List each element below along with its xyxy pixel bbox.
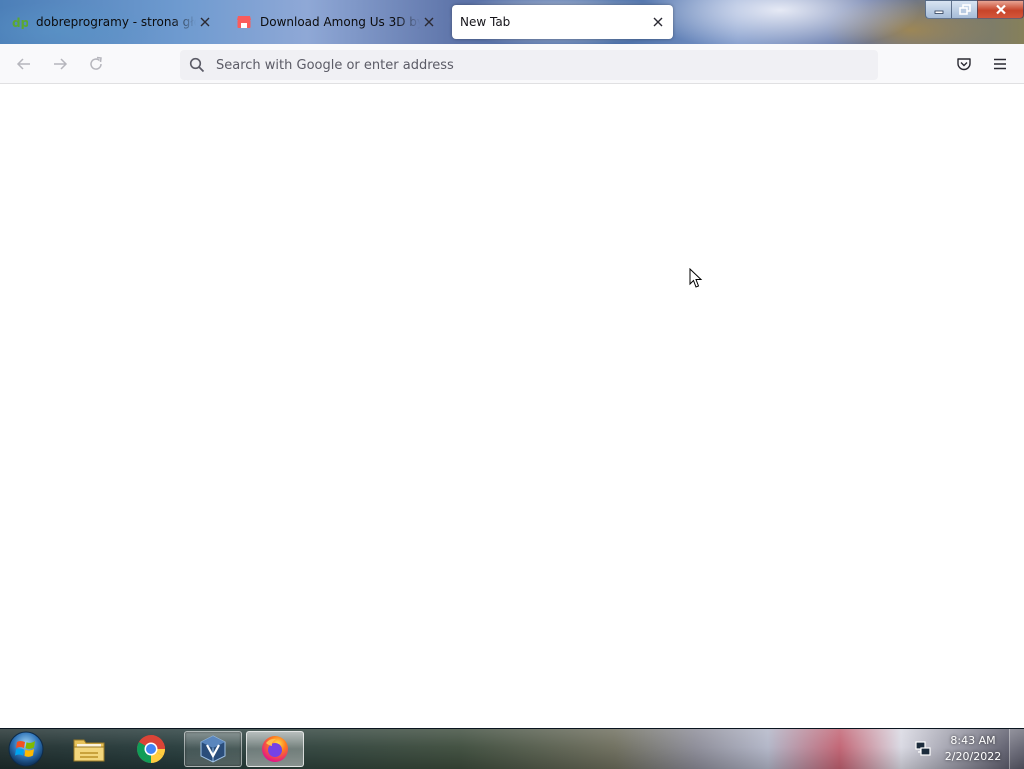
mouse-pointer-icon <box>689 268 703 288</box>
reload-button[interactable] <box>86 54 106 74</box>
show-desktop-button[interactable] <box>1009 729 1024 769</box>
taskbar: 8:43 AM 2/20/2022 <box>0 728 1024 769</box>
clock-date: 2/20/2022 <box>944 750 1002 763</box>
window-controls <box>925 0 1024 19</box>
firefox-icon <box>262 736 288 762</box>
address-bar[interactable] <box>180 50 878 80</box>
forward-button[interactable] <box>50 54 70 74</box>
pocket-button[interactable] <box>954 54 974 74</box>
windows-start-orb-icon <box>8 731 44 767</box>
close-window-button[interactable] <box>977 0 1024 19</box>
minimize-icon <box>934 10 943 14</box>
back-arrow-icon <box>16 58 30 70</box>
reload-icon <box>90 56 102 70</box>
tab-strip: dp dobreprogramy - strona główna Downloa… <box>0 0 1024 44</box>
clock-time: 8:43 AM <box>950 734 996 747</box>
menu-icon <box>994 58 1006 70</box>
close-icon <box>995 4 1006 15</box>
itch-favicon-icon <box>236 14 252 30</box>
tab-close-icon[interactable] <box>651 15 665 29</box>
pocket-icon <box>957 58 971 71</box>
forward-arrow-icon <box>54 58 68 70</box>
taskbar-firefox[interactable] <box>246 731 304 767</box>
virtualbox-icon <box>200 735 226 763</box>
system-clock[interactable]: 8:43 AM 2/20/2022 <box>940 733 1006 765</box>
tab-new-tab[interactable]: New Tab <box>452 5 673 39</box>
navigation-toolbar <box>0 44 1024 84</box>
tab-title: Download Among Us 3D by Pe <box>260 15 420 29</box>
dp-favicon-icon: dp <box>12 14 28 30</box>
search-icon <box>188 56 206 74</box>
back-button[interactable] <box>14 54 34 74</box>
address-input[interactable] <box>214 56 878 74</box>
svg-text:dp: dp <box>12 16 28 29</box>
network-icon[interactable] <box>913 739 933 759</box>
taskbar-virtualbox[interactable] <box>184 731 242 767</box>
tab-dobreprogramy[interactable]: dp dobreprogramy - strona główna <box>4 5 220 39</box>
tab-close-icon[interactable] <box>198 15 212 29</box>
tab-title: dobreprogramy - strona główna <box>36 15 196 29</box>
app-menu-button[interactable] <box>990 54 1010 74</box>
tab-close-icon[interactable] <box>422 15 436 29</box>
taskbar-chrome[interactable] <box>122 731 180 767</box>
restore-icon <box>958 4 971 15</box>
chrome-icon <box>137 735 165 763</box>
restore-button[interactable] <box>951 0 977 19</box>
new-tab-page <box>0 84 1024 728</box>
folder-icon <box>73 739 105 762</box>
tab-among-us[interactable]: Download Among Us 3D by Pe <box>228 5 444 39</box>
taskbar-explorer[interactable] <box>60 731 118 767</box>
minimize-button[interactable] <box>925 0 951 19</box>
tab-title: New Tab <box>460 15 511 29</box>
start-button[interactable] <box>6 731 46 767</box>
